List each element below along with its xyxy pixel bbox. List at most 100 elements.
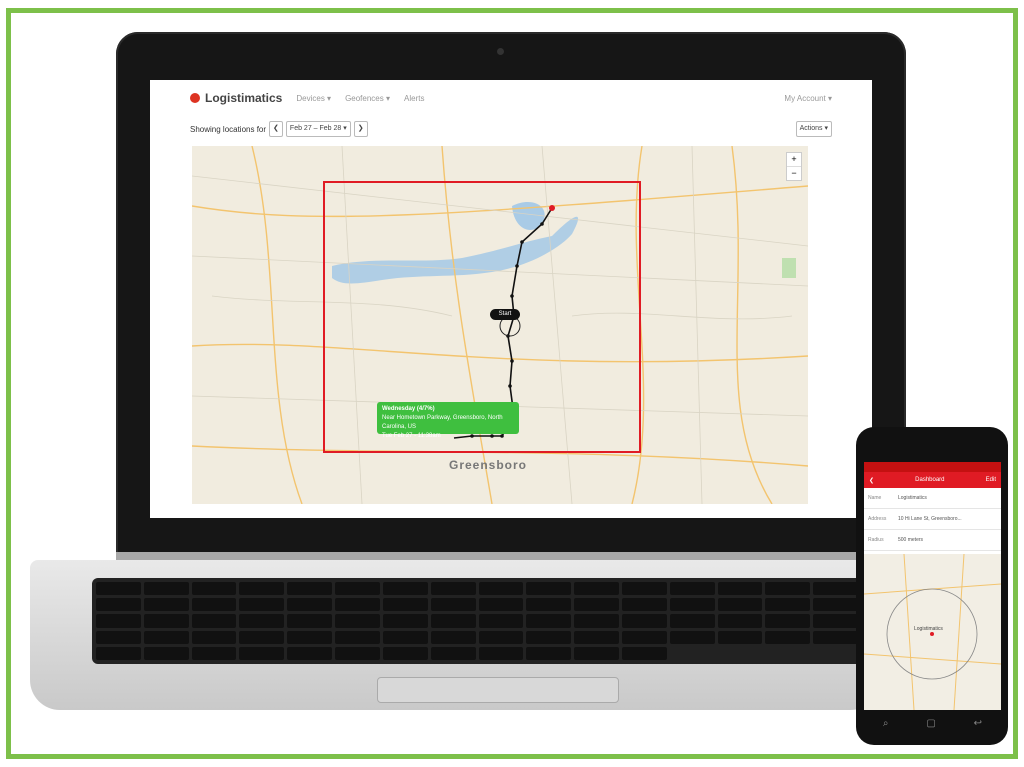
park-area <box>782 258 796 278</box>
key <box>382 630 428 644</box>
key <box>382 614 428 628</box>
key <box>765 582 811 596</box>
phone-status-bar <box>864 462 1001 472</box>
showing-label: Showing locations for <box>190 124 267 134</box>
city-label: Greensboro <box>449 458 528 472</box>
key <box>143 646 189 660</box>
key <box>526 630 572 644</box>
key <box>717 614 763 628</box>
search-icon[interactable]: ⌕ <box>883 718 889 729</box>
nav-my-account[interactable]: My Account ▾ <box>784 94 832 103</box>
detail-row: Address 10 Hi Lane St, Greensboro... <box>864 509 1001 530</box>
key <box>430 582 476 596</box>
key <box>621 582 667 596</box>
key <box>239 598 285 612</box>
date-toolbar: Showing locations for ❮ Feb 27 – Feb 28 … <box>190 120 832 138</box>
key <box>526 598 572 612</box>
key <box>335 598 380 612</box>
back-nav-icon[interactable]: ↩ <box>974 718 982 729</box>
key <box>669 598 715 612</box>
key <box>191 582 237 596</box>
key <box>478 598 524 612</box>
key <box>717 598 763 612</box>
nav-devices[interactable]: Devices ▾ <box>296 94 331 103</box>
key <box>143 582 189 596</box>
date-range-select[interactable]: Feb 27 – Feb 28 ▾ <box>285 121 351 137</box>
key <box>717 582 763 596</box>
camera-icon <box>497 48 504 55</box>
key <box>574 646 619 660</box>
key <box>96 646 141 660</box>
key <box>478 614 524 628</box>
back-icon[interactable]: ❮ <box>869 477 874 484</box>
phone-map[interactable]: Logistimatics <box>864 553 1001 710</box>
key <box>717 630 763 644</box>
key <box>621 614 667 628</box>
zoom-control: + − <box>786 152 802 181</box>
key <box>191 646 237 660</box>
key <box>239 582 285 596</box>
key <box>335 646 380 660</box>
brand-name: Logistimatics <box>205 91 283 105</box>
actions-button[interactable]: Actions ▾ <box>795 121 832 137</box>
detail-row: Radius 500 meters <box>864 530 1001 551</box>
detail-value: Logistimatics <box>898 495 927 501</box>
next-date-button[interactable]: ❯ <box>353 121 368 137</box>
keyboard <box>92 578 862 664</box>
key <box>287 614 333 628</box>
detail-row: Name Logistimatics <box>864 488 1001 509</box>
key <box>669 582 715 596</box>
key <box>526 582 572 596</box>
key <box>96 614 141 628</box>
location-tooltip: Wednesday (4/7%) Near Hometown Parkway, … <box>377 402 519 439</box>
key <box>191 614 237 628</box>
home-icon[interactable]: ▢ <box>926 718 935 729</box>
key <box>574 630 619 644</box>
key <box>813 582 858 596</box>
key <box>621 598 667 612</box>
key <box>96 630 141 644</box>
key <box>813 598 858 612</box>
detail-value: 500 meters <box>898 537 924 543</box>
detail-key: Radius <box>868 537 884 543</box>
key <box>813 614 858 628</box>
key <box>478 582 524 596</box>
nav-alerts[interactable]: Alerts <box>404 94 424 103</box>
key <box>382 646 428 660</box>
detail-key: Address <box>868 516 887 522</box>
phone-title: Dashboard <box>915 477 945 483</box>
edit-button[interactable]: Edit <box>986 477 996 483</box>
key <box>287 598 333 612</box>
key <box>239 630 285 644</box>
detail-key: Name <box>868 495 882 501</box>
key <box>574 598 619 612</box>
tooltip-time: Tue Feb 27 - 11:38am <box>382 433 441 439</box>
key <box>478 630 524 644</box>
phone-map-label: Logistimatics <box>914 626 943 632</box>
key <box>669 614 715 628</box>
logo-icon <box>190 93 200 103</box>
phone-map-graphic: Logistimatics <box>864 553 1001 710</box>
key <box>143 598 189 612</box>
brand[interactable]: Logistimatics <box>190 91 282 105</box>
prev-date-button[interactable]: ❮ <box>269 121 283 137</box>
key <box>143 614 189 628</box>
key <box>765 630 811 644</box>
key <box>574 582 619 596</box>
nav-geofences[interactable]: Geofences ▾ <box>345 94 390 103</box>
key <box>239 646 285 660</box>
key <box>382 598 428 612</box>
key <box>669 630 715 644</box>
key <box>430 598 476 612</box>
key <box>430 630 476 644</box>
key <box>478 646 524 660</box>
zoom-out-button[interactable]: − <box>791 168 796 178</box>
key <box>430 614 476 628</box>
key <box>382 582 428 596</box>
location-marker[interactable]: Start <box>490 309 520 320</box>
phone-title-bar: ❮ Dashboard Edit <box>864 472 1001 488</box>
key <box>335 630 380 644</box>
key <box>765 598 811 612</box>
tooltip-title: Wednesday (4/7%) <box>382 406 435 412</box>
zoom-in-button[interactable]: + <box>787 153 801 167</box>
